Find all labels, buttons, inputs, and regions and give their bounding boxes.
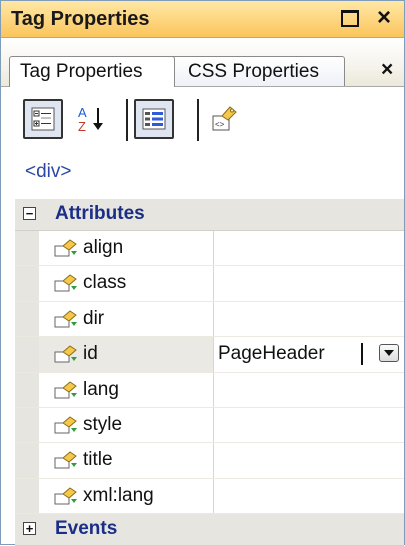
tab-strip: CSS Properties Tag Properties × <box>1 38 404 87</box>
property-icon <box>54 487 77 505</box>
property-name: id <box>83 343 98 365</box>
property-name: align <box>83 237 124 258</box>
property-name: dir <box>83 307 105 329</box>
property-row-dir[interactable]: dir <box>15 301 404 338</box>
current-tag-label: <div> <box>25 161 72 182</box>
title-bar[interactable]: Tag Properties × <box>1 1 404 38</box>
property-value-field[interactable] <box>214 373 404 407</box>
property-name: class <box>83 272 127 294</box>
tag-icon: <> <box>212 106 237 131</box>
svg-text:Z: Z <box>78 119 86 134</box>
property-name: title <box>83 449 113 471</box>
category-label: Attributes <box>55 203 145 224</box>
close-icon: × <box>376 4 391 31</box>
property-value-field[interactable] <box>214 302 404 336</box>
property-grid: − Attributes align class dir id PageHead… <box>15 199 404 546</box>
svg-text:A: A <box>78 105 87 120</box>
property-value-field[interactable] <box>214 443 404 477</box>
property-icon <box>54 380 77 399</box>
property-icon <box>54 451 77 469</box>
tab-css-properties[interactable]: CSS Properties <box>167 56 345 86</box>
property-row-xml-lang[interactable]: xml:lang <box>15 478 404 515</box>
property-value-field[interactable] <box>214 231 404 265</box>
property-value-field[interactable] <box>214 479 404 513</box>
sort-alphabetical-button[interactable]: A Z <box>73 99 113 139</box>
text-caret <box>361 343 363 366</box>
property-value-field[interactable] <box>214 408 404 442</box>
property-row-style[interactable]: style <box>15 407 404 444</box>
window-title: Tag Properties <box>11 8 150 30</box>
property-icon <box>54 416 77 434</box>
property-name: xml:lang <box>83 484 154 506</box>
toolbar: A Z <> <box>1 87 404 155</box>
category-events[interactable]: + Events <box>15 514 404 546</box>
show-set-properties-button[interactable] <box>134 99 174 139</box>
tag-button[interactable]: <> <box>204 99 244 139</box>
value-dropdown-button[interactable] <box>379 344 399 363</box>
tag-properties-panel: Tag Properties × CSS Properties Tag Prop… <box>0 0 405 546</box>
property-icon <box>54 345 77 363</box>
category-attributes[interactable]: − Attributes <box>15 199 404 231</box>
toolbar-separator <box>197 99 199 141</box>
id-value-input[interactable]: PageHeader <box>214 337 404 371</box>
svg-text:<>: <> <box>215 120 225 129</box>
property-name: style <box>83 413 123 435</box>
property-row-title[interactable]: title <box>15 443 404 479</box>
maximize-button[interactable] <box>337 5 363 31</box>
category-label: Events <box>55 518 118 540</box>
property-row-align[interactable]: align <box>15 231 404 267</box>
close-button[interactable]: × <box>371 4 397 31</box>
categorized-button[interactable] <box>23 99 63 139</box>
tab-close-icon[interactable]: × <box>381 58 393 82</box>
toolbar-separator <box>126 99 128 141</box>
show-set-properties-icon <box>142 108 166 130</box>
property-icon <box>54 310 77 328</box>
sort-alphabetical-icon: A Z <box>78 105 103 134</box>
collapse-icon[interactable]: − <box>23 207 36 220</box>
property-row-lang[interactable]: lang <box>15 372 404 408</box>
property-icon <box>54 274 77 292</box>
property-value-field[interactable] <box>214 266 404 300</box>
tab-tag-properties[interactable]: Tag Properties <box>9 56 175 87</box>
property-name: lang <box>83 378 119 400</box>
property-value: PageHeader <box>218 343 325 365</box>
property-icon <box>54 239 77 257</box>
expand-icon[interactable]: + <box>23 522 36 536</box>
property-row-id[interactable]: id PageHeader <box>15 337 404 373</box>
categorized-icon <box>31 107 55 131</box>
chevron-down-icon <box>384 350 394 357</box>
square-icon <box>341 9 359 27</box>
property-row-class[interactable]: class <box>15 266 404 302</box>
